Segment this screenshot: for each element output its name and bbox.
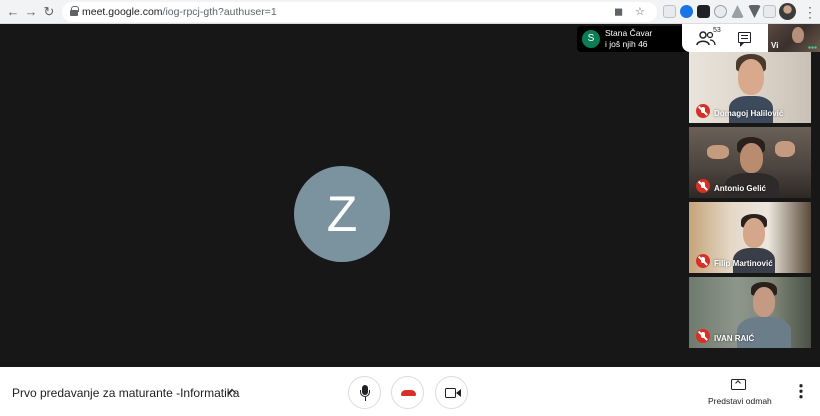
bottom-control-bar: Prvo predavanje za maturante -Informatik… [0, 367, 820, 416]
more-options-icon[interactable] [797, 383, 805, 399]
drive-extension-icon[interactable] [731, 5, 744, 18]
meeting-stage: Z S Stana Čavar i još njih 46 53 Vi Doma… [0, 24, 820, 367]
reload-icon[interactable]: ↻ [40, 3, 58, 21]
participant-name: Filip Martinović [714, 259, 773, 268]
mic-off-icon [696, 104, 710, 118]
url-host: meet.google.com [82, 6, 163, 18]
url-text: meet.google.com/iog-rpcj-gth?authuser=1 [82, 6, 277, 18]
mic-off-icon [696, 179, 710, 193]
extension-icon-1[interactable] [663, 5, 676, 18]
speaker-name: Stana Čavar [605, 28, 653, 38]
lock-icon[interactable] [70, 6, 79, 16]
participant-tile[interactable]: Filip Martinović [689, 202, 811, 273]
main-participant-avatar: Z [294, 166, 390, 262]
mic-off-icon [696, 254, 710, 268]
people-count: 53 [713, 27, 721, 34]
participant-tile[interactable]: Domagoj Halilović [689, 52, 811, 123]
self-view-tile[interactable]: Vi [768, 24, 820, 52]
participant-name: IVAN RAIĆ [714, 334, 755, 343]
speaker-text: Stana Čavar i još njih 46 [605, 28, 652, 50]
browser-toolbar: ← → ↻ meet.google.com/iog-rpcj-gth?authu… [0, 0, 820, 24]
mic-off-icon [696, 329, 710, 343]
camera-icon [445, 388, 456, 398]
participant-tile[interactable]: IVAN RAIĆ [689, 277, 811, 348]
more-dots-icon[interactable] [808, 46, 817, 49]
speaker-avatar: S [582, 30, 600, 48]
self-video [792, 27, 804, 43]
forward-icon[interactable]: → [22, 3, 40, 21]
camera-button[interactable] [435, 376, 468, 409]
leave-call-button[interactable] [391, 376, 424, 409]
meet-top-toolbar: 53 [682, 24, 768, 52]
self-label: Vi [771, 41, 779, 50]
hang-up-icon [401, 390, 416, 396]
back-icon[interactable]: ← [4, 3, 22, 21]
browser-menu-icon[interactable]: ⋮ [803, 3, 817, 21]
participant-tile[interactable]: Antonio Gelić [689, 127, 811, 198]
extension-icon-2[interactable] [680, 5, 693, 18]
camera-indicator-icon[interactable]: ◼ [614, 6, 623, 18]
participant-name: Domagoj Halilović [714, 109, 784, 118]
present-screen-icon[interactable] [731, 379, 746, 390]
participant-name: Antonio Gelić [714, 184, 766, 193]
extension-icon-4[interactable] [714, 5, 727, 18]
url-path: /iog-rpcj-gth?authuser=1 [162, 6, 277, 18]
extension-icon-6[interactable] [748, 5, 761, 18]
others-count: i još njih 46 [605, 39, 648, 49]
extension-icon-3[interactable] [697, 5, 710, 18]
present-now-label[interactable]: Predstavi odmah [708, 396, 772, 406]
bookmark-star-icon[interactable]: ☆ [635, 6, 645, 18]
meeting-title[interactable]: Prvo predavanje za maturante -Informatik… [12, 386, 239, 400]
active-speaker-chip[interactable]: S Stana Čavar i još njih 46 [577, 26, 686, 52]
profile-avatar[interactable] [779, 3, 796, 20]
address-bar[interactable]: meet.google.com/iog-rpcj-gth?authuser=1 … [62, 2, 657, 22]
microphone-button[interactable] [348, 376, 381, 409]
chevron-up-icon[interactable] [227, 387, 237, 397]
extension-icon-7[interactable] [763, 5, 776, 18]
chat-icon[interactable] [738, 32, 751, 47]
